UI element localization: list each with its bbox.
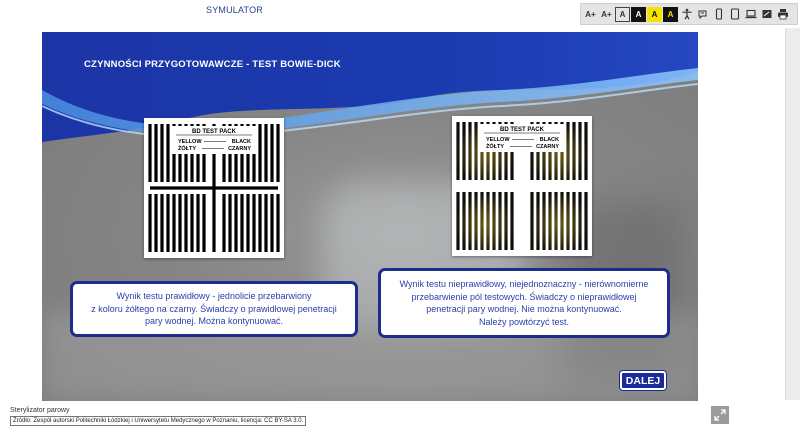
incorrect-result-box: Wynik testu nieprawidłowy, niejednoznacz…	[378, 268, 670, 338]
test-pattern-black: BD TEST PACK YELLOW BLACK ŻÓŁTY CZARNY	[144, 118, 284, 258]
test-pack-czarny-2: CZARNY	[536, 144, 559, 150]
laptop-icon[interactable]	[743, 7, 758, 22]
contrast-default-button[interactable]: A	[615, 6, 630, 22]
test-pack-title-2: BD TEST PACK	[500, 127, 545, 133]
bowie-dick-card-correct: BD TEST PACK YELLOW BLACK ŻÓŁTY CZARNY	[144, 118, 284, 258]
test-pack-yellow: YELLOW	[178, 139, 202, 145]
test-pattern-uneven: BD TEST PACK YELLOW BLACK ŻÓŁTY CZARNY	[452, 116, 592, 256]
incorrect-result-line-2: przebarwienie pól testowych. Świadczy o …	[411, 291, 637, 302]
phone-icon[interactable]	[711, 7, 726, 22]
test-pack-zolty: ŻÓŁTY	[178, 144, 196, 152]
sign-language-icon[interactable]	[695, 7, 710, 22]
contrast-yellow-dark-button[interactable]: A	[663, 6, 678, 22]
contrast-yellow-dark-label: A	[667, 9, 674, 19]
correct-result-line-2: z koloru żółtego na czarny. Świadczy o p…	[91, 303, 337, 314]
bowie-dick-card-incorrect: BD TEST PACK YELLOW BLACK ŻÓŁTY CZARNY	[452, 116, 592, 256]
contrast-yellow-button[interactable]: A	[647, 6, 662, 22]
test-pack-black-2: BLACK	[540, 137, 559, 143]
incorrect-result-line-3: penetracji pary wodnej. Nie można kontyn…	[426, 304, 622, 314]
slide-title: CZYNNOŚCI PRZYGOTOWAWCZE - TEST BOWIE-DI…	[84, 59, 341, 70]
contrast-yellow-label: A	[651, 9, 658, 19]
slide-stage: CZYNNOŚCI PRZYGOTOWAWCZE - TEST BOWIE-DI…	[42, 32, 698, 401]
print-icon[interactable]	[775, 7, 790, 22]
app-title: SYMULATOR	[206, 5, 263, 15]
test-pack-yellow-2: YELLOW	[486, 137, 510, 143]
expand-button[interactable]	[711, 406, 729, 424]
scrollbar[interactable]	[785, 28, 800, 400]
contrast-dark-button[interactable]: A	[631, 6, 646, 22]
accessibility-icon[interactable]	[679, 7, 694, 22]
test-pack-czarny: CZARNY	[228, 146, 251, 152]
font-increase-button[interactable]: A+	[583, 7, 598, 22]
contrast-dark-label: A	[635, 9, 642, 19]
accessibility-toolbar: A+ A+ A A A A	[580, 3, 798, 25]
test-pack-black: BLACK	[232, 139, 251, 145]
tablet-icon[interactable]	[727, 7, 742, 22]
header-wave-banner	[42, 32, 698, 142]
test-pack-title: BD TEST PACK	[192, 129, 237, 135]
correct-result-line-3: pary wodnej. Można kontynuować.	[144, 316, 284, 327]
media-caption: Sterylizator parowy	[10, 407, 70, 414]
font-increase-label: A+	[585, 9, 596, 19]
test-pack-zolty-2: ŻÓŁTY	[486, 142, 504, 150]
expand-icon	[714, 409, 726, 421]
font-decrease-button[interactable]: A+	[599, 7, 614, 22]
contrast-default-label: A	[619, 9, 626, 19]
incorrect-result-line-4: Należy powtórzyć test.	[478, 316, 570, 327]
next-button[interactable]: DALEJ	[620, 371, 666, 390]
correct-result-box: Wynik testu prawidłowy - jednolicie prze…	[70, 281, 358, 337]
font-decrease-label: A+	[601, 9, 612, 19]
incorrect-result-line-1: Wynik testu nieprawidłowy, niejednoznacz…	[399, 279, 649, 289]
fullscreen-icon[interactable]	[759, 7, 774, 22]
media-source: Źródło: Zespół autorski Politechniki Łód…	[10, 416, 307, 426]
correct-result-line-1: Wynik testu prawidłowy - jednolicie prze…	[116, 291, 312, 302]
